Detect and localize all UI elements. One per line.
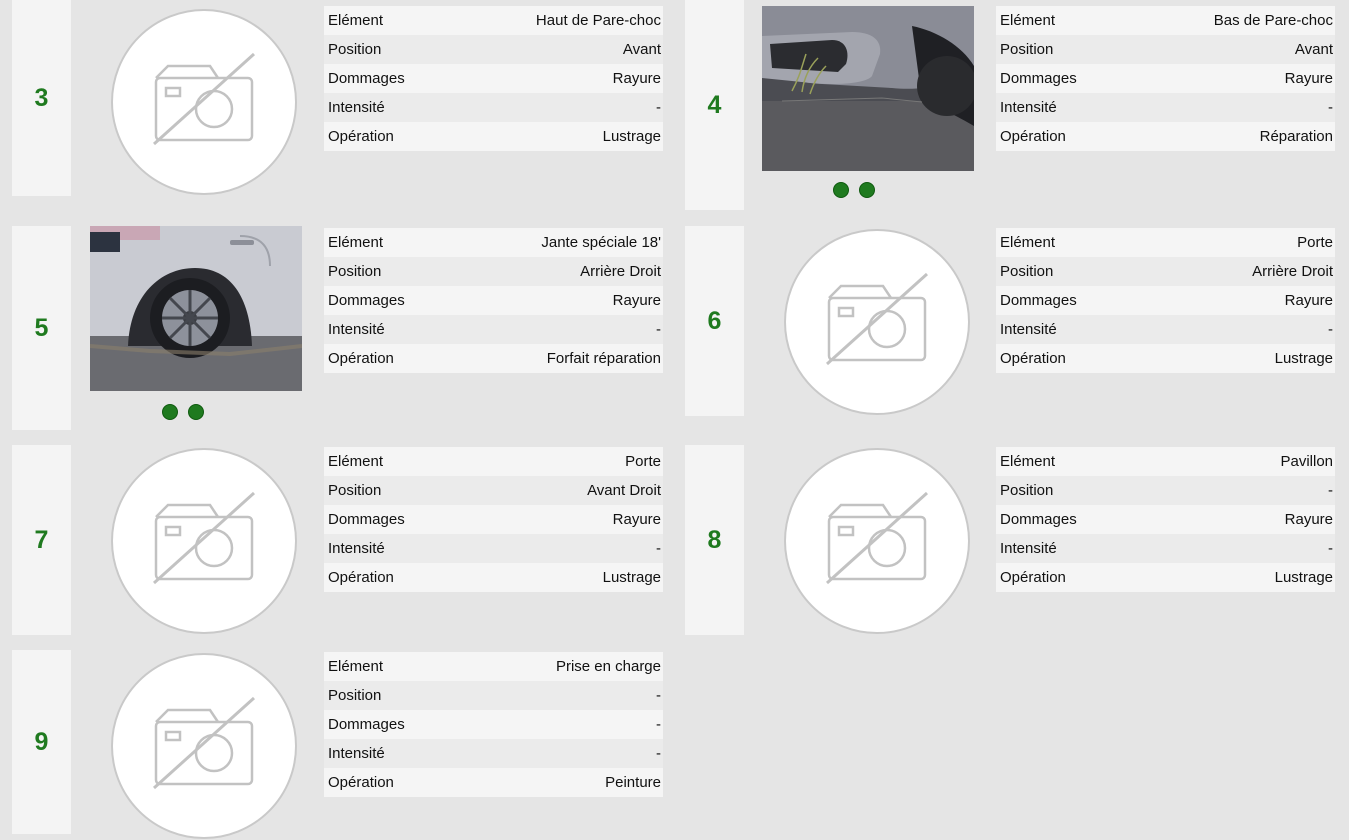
- bumper-photo[interactable]: [762, 6, 974, 171]
- row-position: Position Arrière Droit: [324, 257, 663, 286]
- damage-card-4: 4 Elément Bas de Pare-choc Position Avant …: [685, 0, 1335, 210]
- row-element: Elément Pavillon: [996, 447, 1335, 476]
- card-number: 7: [34, 525, 49, 554]
- damage-card-3: 3 Elément Haut de Pare-choc Position Avant…: [12, 0, 663, 196]
- damage-details-table: Elément Haut de Pare-choc Position Avant D…: [324, 6, 663, 151]
- row-operation: Opération Peinture: [324, 768, 663, 797]
- card-number-column: 9: [12, 650, 71, 834]
- row-intensite: Intensité -: [996, 93, 1335, 122]
- row-dommages: Dommages Rayure: [324, 64, 663, 93]
- row-operation: Opération Lustrage: [996, 344, 1335, 373]
- card-number: 3: [34, 83, 49, 112]
- row-intensite: Intensité -: [324, 739, 663, 768]
- row-operation: Opération Forfait réparation: [324, 344, 663, 373]
- row-element: Elément Prise en charge: [324, 652, 663, 681]
- pagination-dot[interactable]: [859, 182, 875, 198]
- card-number: 5: [34, 313, 49, 342]
- row-position: Position -: [324, 681, 663, 710]
- row-element: Elément Porte: [996, 228, 1335, 257]
- damage-card-9: 9 Elément Prise en charge Position - Domma…: [12, 650, 663, 834]
- card-number-column: 3: [12, 0, 71, 196]
- damage-details-table: Elément Pavillon Position - Dommages Rayure…: [996, 447, 1335, 592]
- damage-card-5: 5 Elément Jante spéciale 18' Position Arri…: [12, 226, 663, 430]
- row-element: Elément Porte: [324, 447, 663, 476]
- photo-pagination: [162, 404, 204, 420]
- no-photo-icon: [783, 228, 971, 416]
- row-operation: Opération Lustrage: [324, 122, 663, 151]
- row-dommages: Dommages -: [324, 710, 663, 739]
- damage-card-6: 6 Elément Porte Position Arrière Droit Dom…: [685, 226, 1335, 416]
- row-dommages: Dommages Rayure: [996, 64, 1335, 93]
- card-number: 8: [707, 525, 722, 554]
- row-dommages: Dommages Rayure: [996, 286, 1335, 315]
- damage-card-8: 8 Elément Pavillon Position - Dommages Rayu…: [685, 445, 1335, 635]
- row-element: Elément Bas de Pare-choc: [996, 6, 1335, 35]
- wheel-photo[interactable]: [90, 226, 302, 391]
- card-number: 6: [707, 306, 722, 335]
- photo-pagination: [833, 182, 875, 198]
- no-photo-icon: [110, 652, 298, 840]
- pagination-dot[interactable]: [833, 182, 849, 198]
- no-photo-icon: [110, 8, 298, 196]
- row-element: Elément Jante spéciale 18': [324, 228, 663, 257]
- row-intensite: Intensité -: [324, 534, 663, 563]
- card-number-column: 6: [685, 226, 744, 416]
- damage-details-table: Elément Jante spéciale 18' Position Arrièr…: [324, 228, 663, 373]
- damage-details-table: Elément Prise en charge Position - Dommage…: [324, 652, 663, 797]
- card-number-column: 4: [685, 0, 744, 210]
- damage-details-table: Elément Porte Position Avant Droit Dommage…: [324, 447, 663, 592]
- card-number-column: 7: [12, 445, 71, 635]
- row-dommages: Dommages Rayure: [996, 505, 1335, 534]
- row-dommages: Dommages Rayure: [324, 505, 663, 534]
- damage-details-table: Elément Bas de Pare-choc Position Avant Do…: [996, 6, 1335, 151]
- pagination-dot[interactable]: [188, 404, 204, 420]
- no-photo-icon: [783, 447, 971, 635]
- damage-card-7: 7 Elément Porte Position Avant Droit Domma…: [12, 445, 663, 635]
- card-number: 4: [707, 90, 722, 119]
- pagination-dot[interactable]: [162, 404, 178, 420]
- row-intensite: Intensité -: [996, 534, 1335, 563]
- card-number-column: 8: [685, 445, 744, 635]
- row-element: Elément Haut de Pare-choc: [324, 6, 663, 35]
- card-number-column: 5: [12, 226, 71, 430]
- row-intensite: Intensité -: [996, 315, 1335, 344]
- row-position: Position Arrière Droit: [996, 257, 1335, 286]
- no-photo-icon: [110, 447, 298, 635]
- row-position: Position -: [996, 476, 1335, 505]
- row-operation: Opération Réparation: [996, 122, 1335, 151]
- card-number: 9: [34, 727, 49, 756]
- row-position: Position Avant: [996, 35, 1335, 64]
- damage-details-table: Elément Porte Position Arrière Droit Domma…: [996, 228, 1335, 373]
- row-dommages: Dommages Rayure: [324, 286, 663, 315]
- row-operation: Opération Lustrage: [324, 563, 663, 592]
- row-position: Position Avant Droit: [324, 476, 663, 505]
- row-intensite: Intensité -: [324, 315, 663, 344]
- row-intensite: Intensité -: [324, 93, 663, 122]
- row-operation: Opération Lustrage: [996, 563, 1335, 592]
- row-position: Position Avant: [324, 35, 663, 64]
